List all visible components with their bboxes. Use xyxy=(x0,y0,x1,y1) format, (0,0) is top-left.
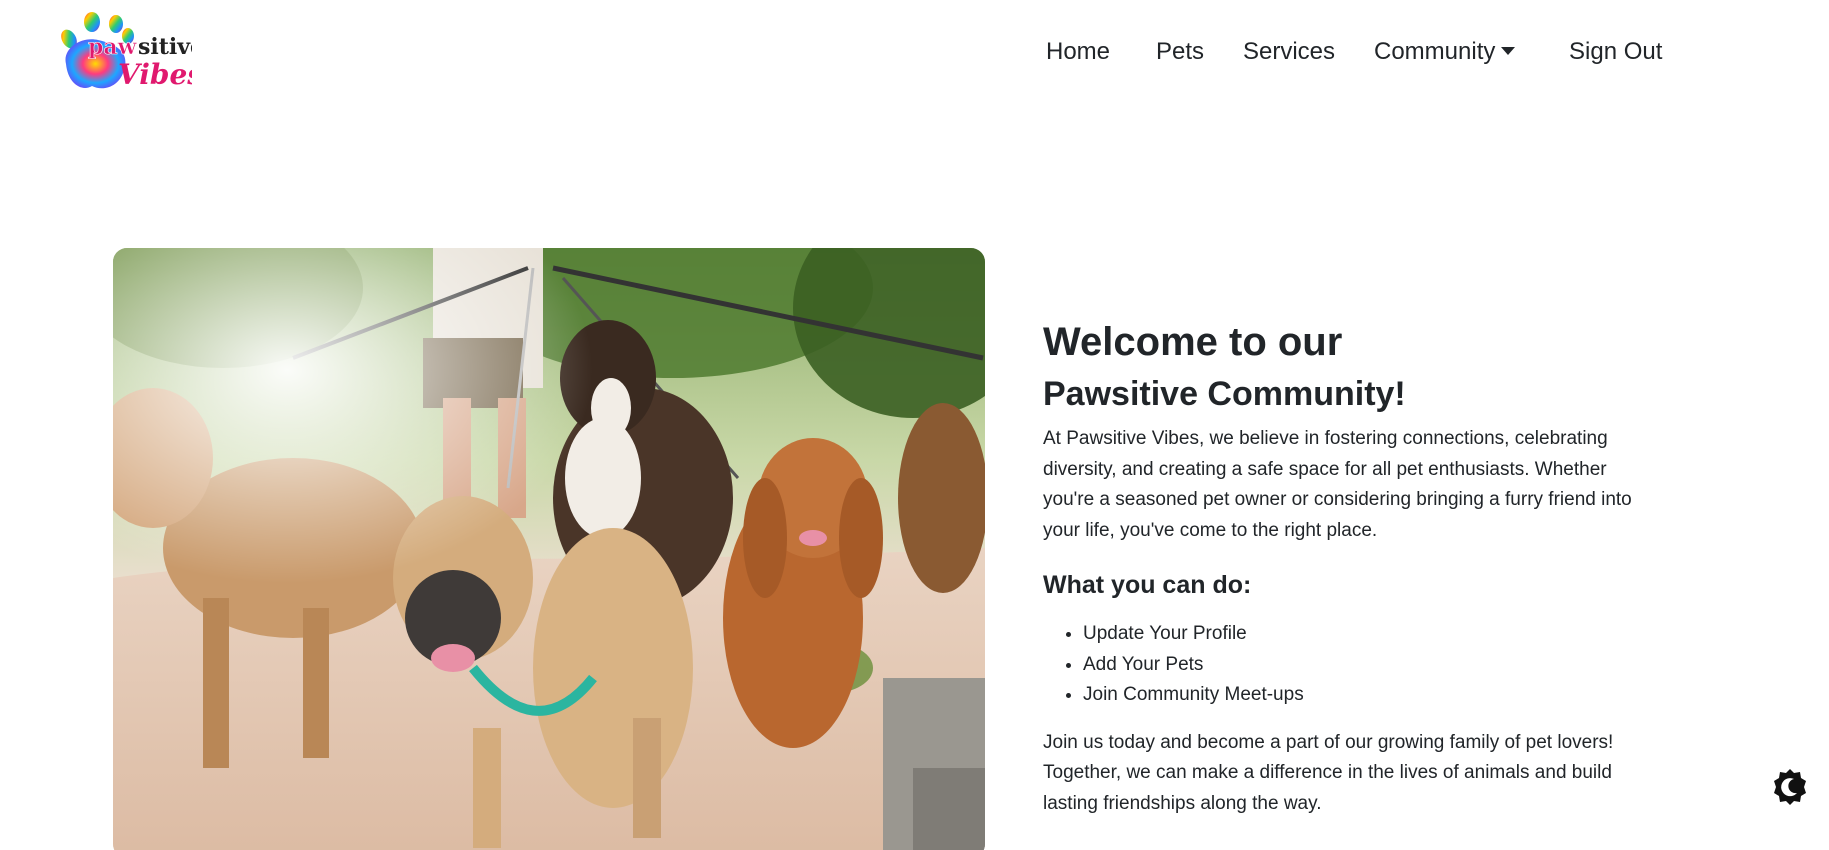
nav-sign-out-link[interactable]: Sign Out xyxy=(1569,34,1662,70)
moon-icon xyxy=(1774,769,1806,805)
nav-services-link[interactable]: Services xyxy=(1243,34,1335,70)
community-heading: Pawsitive Community! xyxy=(1043,375,1406,413)
main-nav: Home Pets Services Community Sign Out xyxy=(0,34,1829,74)
caret-down-icon xyxy=(1501,47,1516,55)
list-item: Join Community Meet-ups xyxy=(1083,680,1663,711)
intro-paragraph: At Pawsitive Vibes, we believe in foster… xyxy=(1043,428,1632,541)
theme-toggle-button[interactable] xyxy=(1770,767,1810,807)
nav-community-label: Community xyxy=(1374,38,1496,65)
list-item: Update Your Profile xyxy=(1083,619,1663,650)
nav-pets-link[interactable]: Pets xyxy=(1156,34,1204,70)
hero-dogs-photo xyxy=(113,248,985,850)
closing-paragraph: Join us today and become a part of our g… xyxy=(1043,731,1614,814)
welcome-section: Welcome to our Pawsitive Community! At P… xyxy=(1043,318,1663,819)
list-item: Add Your Pets xyxy=(1083,650,1663,681)
actions-list: Update Your Profile Add Your Pets Join C… xyxy=(1043,619,1663,711)
what-you-can-do-heading: What you can do: xyxy=(1043,571,1252,599)
nav-community-dropdown[interactable]: Community xyxy=(1374,34,1516,70)
dogs-walking-image xyxy=(113,248,985,850)
welcome-heading: Welcome to our xyxy=(1043,320,1343,364)
nav-home-link[interactable]: Home xyxy=(1046,34,1110,70)
